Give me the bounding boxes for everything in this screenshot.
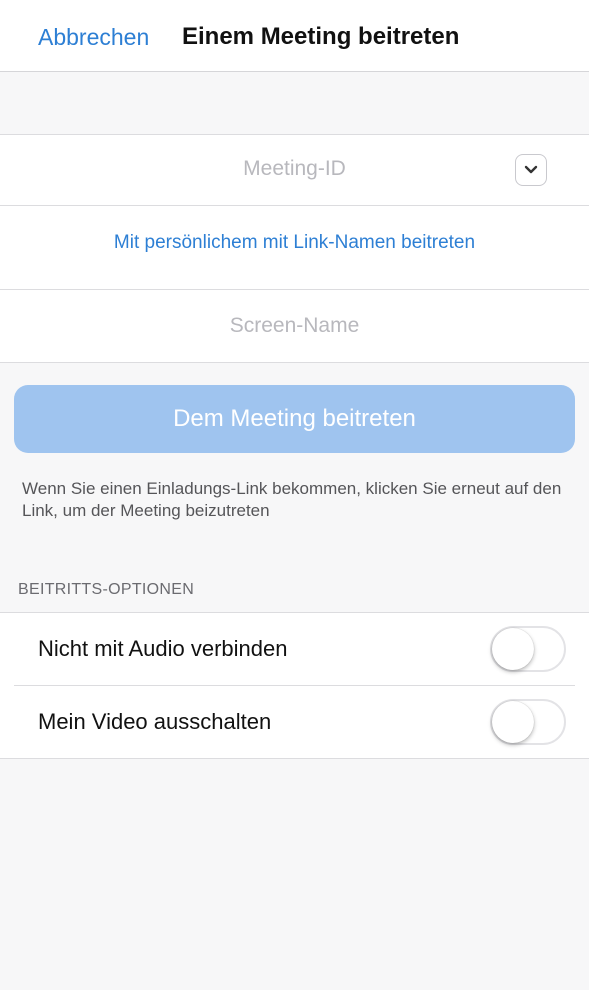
screen-name-input[interactable]: Screen-Name — [0, 314, 589, 338]
cancel-button[interactable]: Abbrechen — [38, 24, 149, 51]
navigation-bar: Abbrechen Einem Meeting beitreten — [0, 0, 589, 72]
chevron-down-icon — [524, 165, 538, 174]
screen-name-row: Screen-Name — [0, 290, 589, 363]
option-row-no-audio: Nicht mit Audio verbinden — [0, 613, 589, 686]
option-label-video-off: Mein Video ausschalten — [38, 709, 272, 734]
join-meeting-button-label: Dem Meeting beitreten — [173, 405, 416, 432]
meeting-id-dropdown-button[interactable] — [515, 154, 547, 186]
join-options-list: Nicht mit Audio verbinden Mein Video aus… — [0, 612, 589, 759]
toggle-knob — [492, 628, 534, 670]
join-options-header: BEITRITTS-OPTIONEN — [18, 581, 195, 598]
option-row-video-off: Mein Video ausschalten — [0, 686, 589, 759]
meeting-id-input[interactable]: Meeting-ID — [0, 157, 589, 181]
video-off-toggle[interactable] — [490, 699, 566, 745]
option-label-no-audio: Nicht mit Audio verbinden — [38, 636, 288, 661]
page-title: Einem Meeting beitreten — [182, 23, 460, 50]
invitation-link-hint: Wenn Sie einen Einladungs-Link bekommen,… — [22, 479, 562, 520]
join-meeting-screen: Abbrechen Einem Meeting beitreten Meetin… — [0, 0, 589, 990]
link-join-row: Mit persönlichem mit Link-Namen beitrete… — [0, 206, 589, 290]
no-audio-toggle[interactable] — [490, 626, 566, 672]
join-with-personal-link-name-link[interactable]: Mit persönlichem mit Link-Namen beitrete… — [0, 232, 589, 254]
join-meeting-button[interactable]: Dem Meeting beitreten — [14, 385, 575, 453]
toggle-knob — [492, 701, 534, 743]
meeting-id-row: Meeting-ID — [0, 134, 589, 206]
